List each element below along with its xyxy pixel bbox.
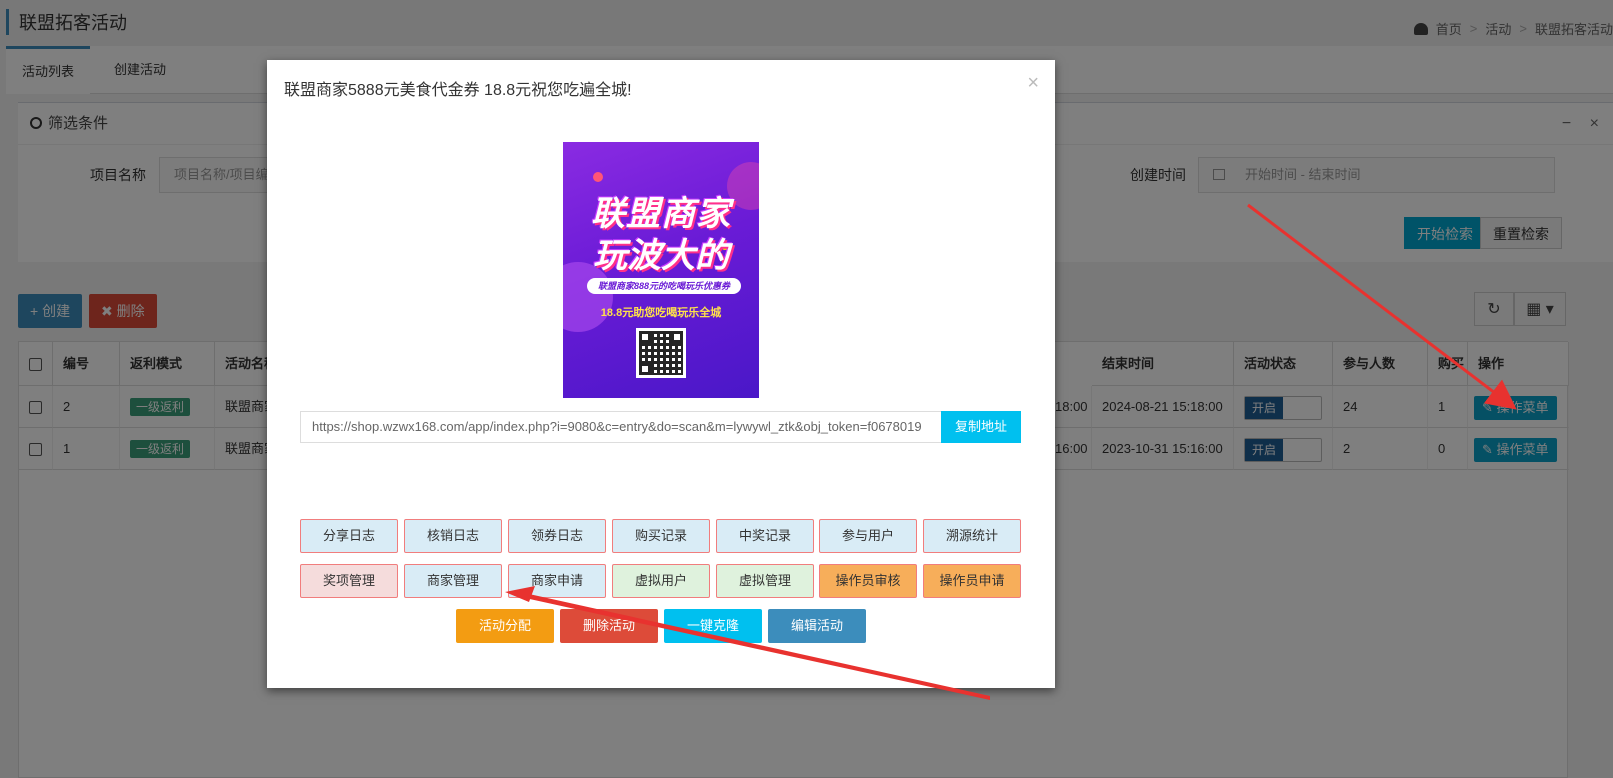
- url-group: https://shop.wzwx168.com/app/index.php?i…: [300, 411, 1022, 443]
- prize-management-button[interactable]: 奖项管理: [300, 564, 398, 598]
- activity-poster: 联盟商家 玩波大的 联盟商家888元的吃喝玩乐优惠券 18.8元助您吃喝玩乐全城: [563, 142, 759, 398]
- poster-band: 联盟商家888元的吃喝玩乐优惠券: [587, 278, 741, 294]
- participants-button[interactable]: 参与用户: [819, 519, 917, 553]
- poster-decoration: [593, 172, 603, 182]
- merchant-application-button[interactable]: 商家申请: [508, 564, 606, 598]
- assign-activity-button[interactable]: 活动分配: [456, 609, 554, 643]
- virtual-management-button[interactable]: 虚拟管理: [716, 564, 814, 598]
- modal-close-icon[interactable]: ×: [1027, 72, 1039, 95]
- poster-headline-2: 玩波大的: [593, 237, 729, 275]
- clone-activity-button[interactable]: 一键克隆: [664, 609, 762, 643]
- share-log-button[interactable]: 分享日志: [300, 519, 398, 553]
- operator-review-button[interactable]: 操作员审核: [819, 564, 917, 598]
- poster-subline: 18.8元助您吃喝玩乐全城: [600, 307, 722, 319]
- activity-modal: 联盟商家5888元美食代金券 18.8元祝您吃遍全城! × 联盟商家 玩波大的 …: [267, 60, 1055, 688]
- qr-corner: [639, 363, 651, 375]
- copy-url-button[interactable]: 复制地址: [941, 411, 1021, 443]
- delete-activity-button[interactable]: 删除活动: [560, 609, 658, 643]
- qr-corner: [639, 331, 651, 343]
- operator-application-button[interactable]: 操作员申请: [923, 564, 1021, 598]
- activity-url-input[interactable]: https://shop.wzwx168.com/app/index.php?i…: [300, 411, 942, 443]
- prize-record-button[interactable]: 中奖记录: [716, 519, 814, 553]
- source-stats-button[interactable]: 溯源统计: [923, 519, 1021, 553]
- merchant-management-button[interactable]: 商家管理: [404, 564, 502, 598]
- qr-code-icon: [636, 328, 686, 378]
- verify-log-button[interactable]: 核销日志: [404, 519, 502, 553]
- qr-corner: [671, 331, 683, 343]
- qr-code-pattern: [639, 331, 683, 375]
- modal-title: 联盟商家5888元美食代金券 18.8元祝您吃遍全城!: [284, 82, 632, 99]
- edit-activity-button[interactable]: 编辑活动: [768, 609, 866, 643]
- virtual-user-button[interactable]: 虚拟用户: [612, 564, 710, 598]
- coupon-log-button[interactable]: 领券日志: [508, 519, 606, 553]
- purchase-record-button[interactable]: 购买记录: [612, 519, 710, 553]
